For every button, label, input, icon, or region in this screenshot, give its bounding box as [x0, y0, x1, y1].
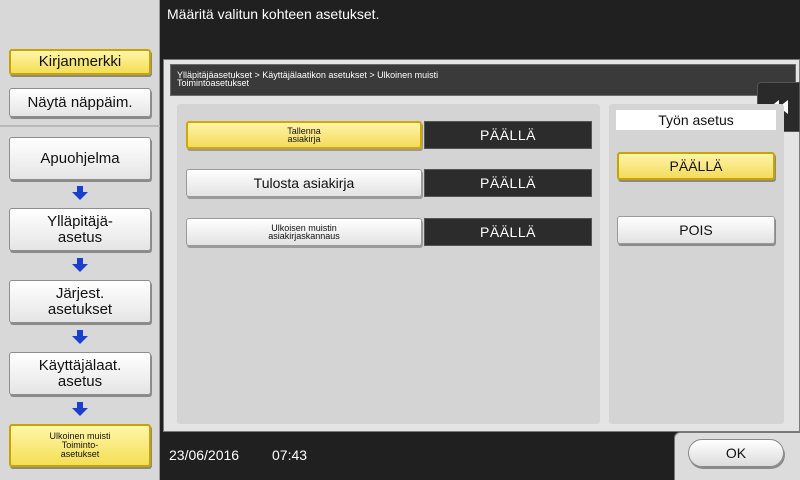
- nav-utility-button[interactable]: Apuohjelma: [9, 137, 151, 180]
- arrow-down-icon: [72, 186, 88, 200]
- on-button[interactable]: PÄÄLLÄ: [617, 152, 775, 180]
- job-settings-title: Työn asetus: [616, 110, 776, 130]
- save-document-value: PÄÄLLÄ: [424, 121, 592, 149]
- external-memory-scan-button[interactable]: Ulkoisen muistin asiakirjaskannaus: [186, 218, 422, 246]
- save-document-line2: asiakirja: [287, 134, 321, 144]
- nav-utility-label: Apuohjelma: [40, 149, 120, 167]
- off-button[interactable]: POIS: [617, 216, 775, 244]
- print-document-label: Tulosta asiakirja: [253, 175, 355, 191]
- off-label: POIS: [679, 222, 713, 238]
- print-document-button[interactable]: Tulosta asiakirja: [186, 169, 422, 197]
- nav-extmem-line3: asetukset: [60, 449, 100, 459]
- nav-system-settings-button[interactable]: Järjest. asetukset: [9, 280, 151, 323]
- breadcrumb-line2: Toimintoasetukset: [177, 78, 250, 88]
- nav-system-line2: asetukset: [47, 300, 113, 318]
- bookmark-label: Kirjanmerkki: [38, 53, 122, 70]
- print-document-value: PÄÄLLÄ: [424, 169, 592, 197]
- bookmark-button[interactable]: Kirjanmerkki: [9, 49, 151, 75]
- sidebar: Kirjanmerkki Näytä näppäim. Apuohjelma Y…: [0, 0, 160, 480]
- function-list-area: [177, 104, 600, 424]
- breadcrumb: Ylläpitäjäasetukset > Käyttäjälaatikon a…: [170, 64, 796, 96]
- external-memory-scan-value: PÄÄLLÄ: [424, 218, 592, 246]
- nav-admin-settings-button[interactable]: Ylläpitäjä- asetus: [9, 208, 151, 251]
- ok-label: OK: [725, 445, 747, 461]
- sidebar-divider: [0, 125, 160, 127]
- status-date: 23/06/2016: [169, 447, 240, 463]
- arrow-down-icon: [72, 402, 88, 416]
- arrow-down-icon: [72, 330, 88, 344]
- nav-userbox-line1: Käyttäjälaat.: [38, 356, 122, 374]
- ok-button[interactable]: OK: [688, 439, 784, 467]
- on-label: PÄÄLLÄ: [669, 158, 723, 174]
- breadcrumb-line1: Ylläpitäjäasetukset > Käyttäjälaatikon a…: [177, 70, 439, 80]
- nav-external-memory-button[interactable]: Ulkoinen muisti Toiminto- asetukset: [9, 424, 151, 467]
- show-keypad-button[interactable]: Näytä näppäim.: [9, 88, 151, 117]
- instruction-message: Määritä valitun kohteen asetukset.: [160, 0, 800, 58]
- save-document-button[interactable]: Tallenna asiakirja: [186, 121, 422, 149]
- nav-admin-line2: asetus: [57, 228, 103, 246]
- external-scan-line2: asiakirjaskannaus: [268, 231, 340, 241]
- nav-admin-line1: Ylläpitäjä-: [47, 212, 113, 230]
- show-keypad-label: Näytä näppäim.: [27, 93, 133, 111]
- nav-user-box-settings-button[interactable]: Käyttäjälaat. asetus: [9, 352, 151, 395]
- status-time: 07:43: [272, 447, 308, 463]
- nav-userbox-line2: asetus: [57, 372, 103, 390]
- arrow-down-icon: [72, 258, 88, 272]
- nav-system-line1: Järjest.: [55, 284, 105, 302]
